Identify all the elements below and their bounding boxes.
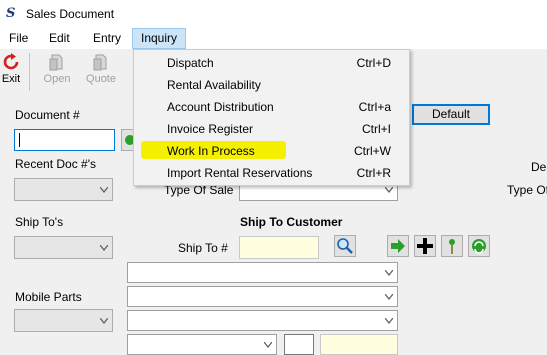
ship-to-address-line-1[interactable]	[127, 262, 398, 283]
quote-label: Quote	[86, 73, 116, 85]
ship-tos-label: Ship To's	[15, 215, 64, 229]
arrow-right-icon	[391, 239, 405, 253]
ship-to-pin-button[interactable]	[441, 235, 463, 257]
mobile-parts-label: Mobile Parts	[15, 290, 82, 304]
document-number-input[interactable]	[14, 129, 115, 151]
app-logo-icon: S	[6, 6, 16, 21]
inquiry-dropdown-menu: Dispatch Ctrl+D Rental Availability Acco…	[133, 49, 410, 186]
open-label: Open	[43, 73, 71, 85]
ship-to-search-button[interactable]	[334, 235, 356, 257]
chevron-down-icon	[385, 317, 393, 324]
plus-icon	[417, 238, 433, 254]
menu-item-account-distribution[interactable]: Account Distribution Ctrl+a	[134, 96, 409, 118]
menu-item-label: Rental Availability	[167, 78, 261, 92]
menu-inquiry[interactable]: Inquiry	[132, 28, 187, 49]
ship-to-number-label: Ship To #	[178, 241, 228, 255]
recent-docs-select[interactable]	[14, 178, 113, 201]
chevron-down-icon	[385, 293, 393, 300]
refresh-icon	[472, 239, 486, 254]
ship-to-customer-heading: Ship To Customer	[240, 215, 343, 229]
chevron-down-icon	[100, 317, 108, 324]
menu-item-label: Work In Process	[167, 144, 255, 158]
chevron-down-icon	[100, 186, 108, 193]
menu-item-import-rental-reservations[interactable]: Import Rental Reservations Ctrl+R	[134, 162, 409, 184]
chevron-down-icon	[385, 269, 393, 276]
menu-item-dispatch[interactable]: Dispatch Ctrl+D	[134, 52, 409, 74]
ship-tos-select[interactable]	[14, 236, 113, 259]
pin-icon	[449, 239, 455, 254]
menu-item-label: Account Distribution	[167, 100, 274, 114]
menu-edit[interactable]: Edit	[41, 28, 78, 49]
menu-item-shortcut: Ctrl+D	[356, 56, 391, 70]
quote-document-icon	[93, 54, 107, 71]
menu-item-label: Dispatch	[167, 56, 214, 70]
document-number-label: Document #	[15, 108, 80, 122]
menu-item-shortcut: Ctrl+I	[361, 122, 391, 136]
text-cursor	[19, 133, 20, 147]
type-of-label-right: Type Of	[507, 183, 547, 197]
exit-button[interactable]: Exit	[0, 51, 28, 91]
dep-label: Dep	[531, 160, 547, 174]
menu-item-rental-availability[interactable]: Rental Availability	[134, 74, 409, 96]
menu-item-shortcut: Ctrl+a	[358, 100, 391, 114]
recent-docs-label: Recent Doc #'s	[15, 157, 96, 171]
menu-item-label: Invoice Register	[167, 122, 254, 136]
ship-to-zip-input[interactable]	[320, 334, 398, 355]
chevron-down-icon	[100, 244, 108, 251]
chevron-down-icon	[264, 341, 272, 348]
exit-label: Exit	[1, 73, 21, 85]
open-button[interactable]: Open	[40, 51, 74, 91]
menu-item-invoice-register[interactable]: Invoice Register Ctrl+I	[134, 118, 409, 140]
title-bar: S Sales Document	[0, 0, 547, 28]
menu-item-work-in-process[interactable]: Work In Process Ctrl+W	[134, 140, 409, 162]
menu-entry[interactable]: Entry	[85, 28, 129, 49]
ship-to-number-input[interactable]	[239, 236, 319, 259]
ship-to-add-button[interactable]	[414, 235, 436, 257]
ship-to-go-button[interactable]	[387, 235, 409, 257]
quote-button[interactable]: Quote	[84, 51, 118, 91]
mobile-parts-select[interactable]	[14, 309, 113, 332]
ship-to-city-select[interactable]	[127, 334, 277, 355]
menu-item-shortcut: Ctrl+R	[356, 166, 391, 180]
ship-to-address-line-2[interactable]	[127, 286, 398, 307]
menu-item-label: Import Rental Reservations	[167, 166, 313, 180]
menu-item-shortcut: Ctrl+W	[354, 144, 391, 158]
menu-bar: File Edit Entry Inquiry	[0, 28, 547, 49]
default-button[interactable]: Default	[412, 104, 490, 125]
toolbar-divider	[29, 53, 30, 91]
ship-to-refresh-button[interactable]	[468, 235, 490, 257]
ship-to-address-line-3[interactable]	[127, 310, 398, 331]
chevron-down-icon	[385, 186, 393, 193]
window-title: Sales Document	[26, 7, 115, 21]
exit-icon	[3, 53, 19, 70]
search-icon	[337, 238, 353, 254]
menu-file[interactable]: File	[1, 28, 36, 49]
ship-to-state-input[interactable]	[284, 334, 314, 355]
open-document-icon	[49, 54, 63, 71]
